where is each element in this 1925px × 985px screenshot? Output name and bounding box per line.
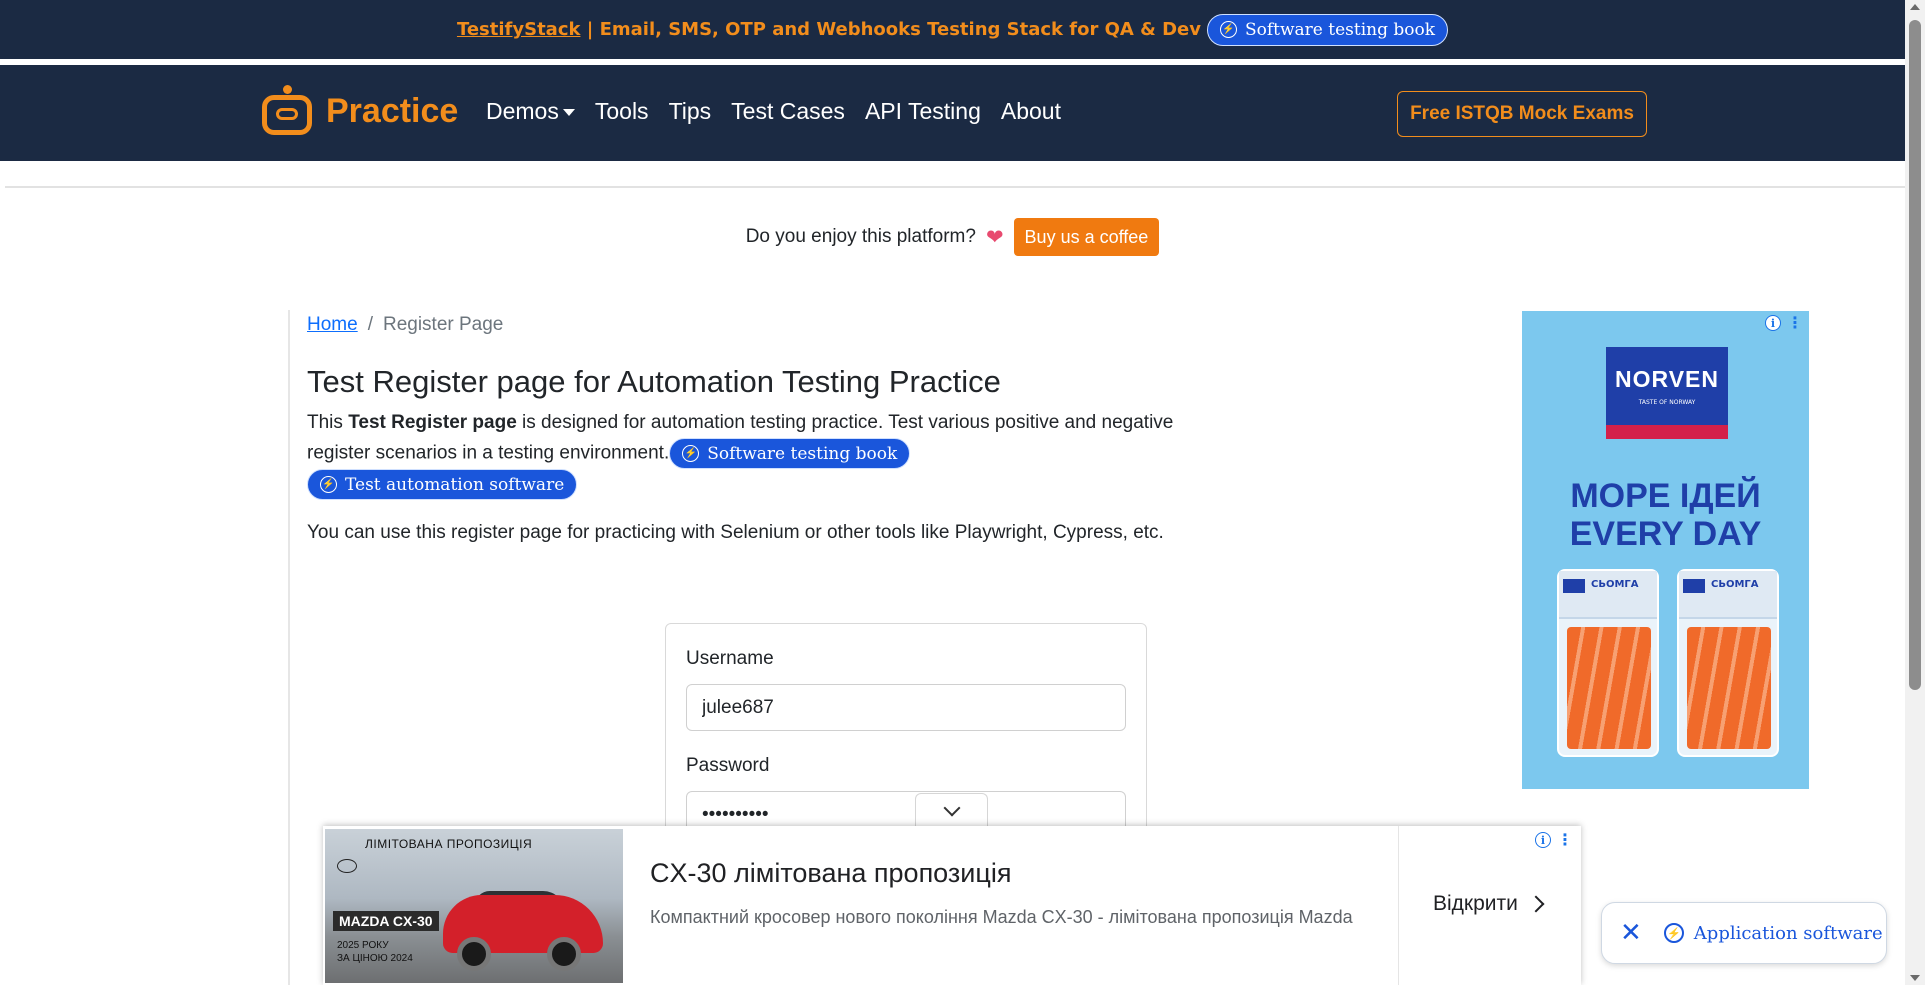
username-input[interactable] bbox=[686, 684, 1126, 731]
nav-item-about[interactable]: About bbox=[1001, 98, 1061, 125]
istqb-mock-exams-button[interactable]: Free ISTQB Mock Exams bbox=[1397, 91, 1647, 137]
promo-bar: TestifyStack | Email, SMS, OTP and Webho… bbox=[0, 0, 1905, 62]
username-label: Username bbox=[686, 648, 774, 669]
salmon-pack-image: СЬОМГА bbox=[1557, 569, 1659, 757]
nav-item-tools[interactable]: Tools bbox=[595, 98, 649, 125]
ad-separator bbox=[1398, 826, 1399, 985]
bolt-icon: ⚡ bbox=[1663, 923, 1684, 943]
ad-info-icon[interactable]: i bbox=[1765, 315, 1781, 331]
robot-icon bbox=[258, 85, 316, 137]
chevron-down-icon bbox=[943, 799, 960, 816]
ad-description: Компактний кросовер нового покоління Maz… bbox=[650, 907, 1353, 927]
divider bbox=[5, 186, 1905, 188]
page-scrollbar[interactable] bbox=[1905, 0, 1925, 985]
scrollbar-thumb[interactable] bbox=[1909, 20, 1921, 690]
brand-logo[interactable]: Practice bbox=[258, 85, 458, 137]
nav-menu: Demos Tools Tips Test Cases API Testing … bbox=[486, 98, 1061, 125]
main-navbar: Practice Demos Tools Tips Test Cases API… bbox=[0, 65, 1905, 161]
mazda-logo-icon bbox=[337, 859, 357, 873]
application-software-link[interactable]: ⚡ Application software bbox=[1663, 923, 1883, 944]
testifystack-link[interactable]: TestifyStack bbox=[457, 19, 581, 40]
support-text: Do you enjoy this platform? bbox=[745, 226, 976, 247]
password-label: Password bbox=[686, 755, 770, 776]
software-testing-book-button[interactable]: ⚡ Software testing book bbox=[1206, 13, 1449, 46]
nav-item-tips[interactable]: Tips bbox=[669, 98, 712, 125]
nav-item-demos[interactable]: Demos bbox=[486, 98, 575, 125]
collapse-ad-button[interactable] bbox=[915, 793, 988, 827]
heart-icon: ❤ bbox=[985, 225, 1004, 249]
salmon-pack-image: СЬОМГА bbox=[1677, 569, 1779, 757]
buy-coffee-button[interactable]: Buy us a coffee bbox=[1013, 218, 1160, 256]
ad-info-icon[interactable]: i bbox=[1535, 832, 1551, 848]
floating-recommendation: ✕ ⚡ Application software bbox=[1601, 902, 1887, 964]
ad-title[interactable]: CX-30 лімітована пропозиція bbox=[650, 858, 1011, 889]
chevron-right-icon bbox=[1527, 895, 1545, 913]
ad-headline: МОРЕ ІДЕЙ EVERY DAY bbox=[1569, 477, 1762, 553]
side-advertisement[interactable]: i ⋮ NORVEN TASTE OF NORWAY МОРЕ ІДЕЙ EVE… bbox=[1522, 311, 1809, 789]
content-left-border bbox=[288, 310, 290, 985]
car-ad-image: ЛІМІТОВАНА ПРОПОЗИЦІЯ MAZDA CX-30 2025 Р… bbox=[325, 829, 623, 983]
test-automation-software-link[interactable]: ⚡ Test automation software bbox=[307, 469, 578, 500]
ad-controls: i ⋮ bbox=[1765, 315, 1803, 331]
software-testing-book-link[interactable]: ⚡ Software testing book bbox=[669, 438, 911, 469]
close-icon[interactable]: ✕ bbox=[1620, 920, 1642, 946]
norven-logo: NORVEN TASTE OF NORWAY bbox=[1606, 347, 1728, 439]
scroll-down-icon[interactable] bbox=[1910, 975, 1920, 981]
breadcrumb: Home / Register Page bbox=[307, 314, 1177, 336]
nav-item-api-testing[interactable]: API Testing bbox=[865, 98, 981, 125]
promo-text: TestifyStack | Email, SMS, OTP and Webho… bbox=[456, 19, 1201, 40]
ad-controls: i ⋮ bbox=[1535, 832, 1573, 848]
support-banner: Do you enjoy this platform? ❤ Buy us a c… bbox=[0, 218, 1905, 256]
brand-name: Practice bbox=[326, 91, 459, 130]
breadcrumb-separator: / bbox=[367, 314, 373, 335]
ad-menu-icon[interactable]: ⋮ bbox=[1787, 315, 1803, 331]
bolt-icon: ⚡ bbox=[1219, 21, 1237, 38]
usage-paragraph: You can use this register page for pract… bbox=[307, 522, 1164, 543]
caret-down-icon bbox=[562, 109, 575, 117]
scroll-up-icon[interactable] bbox=[1910, 4, 1920, 10]
ad-open-button[interactable]: Відкрити bbox=[1433, 892, 1545, 916]
bolt-icon: ⚡ bbox=[682, 445, 700, 462]
bolt-icon: ⚡ bbox=[320, 476, 337, 493]
breadcrumb-current: Register Page bbox=[382, 314, 504, 335]
main-content: Home / Register Page Test Register page … bbox=[307, 310, 1177, 548]
ad-menu-icon[interactable]: ⋮ bbox=[1557, 832, 1573, 848]
page-title: Test Register page for Automation Testin… bbox=[307, 364, 1001, 399]
nav-item-test-cases[interactable]: Test Cases bbox=[731, 98, 845, 125]
bottom-advertisement[interactable]: ЛІМІТОВАНА ПРОПОЗИЦІЯ MAZDA CX-30 2025 Р… bbox=[323, 826, 1581, 985]
intro-paragraph: This Test Register page is designed for … bbox=[307, 408, 1177, 500]
breadcrumb-home-link[interactable]: Home bbox=[307, 314, 358, 336]
